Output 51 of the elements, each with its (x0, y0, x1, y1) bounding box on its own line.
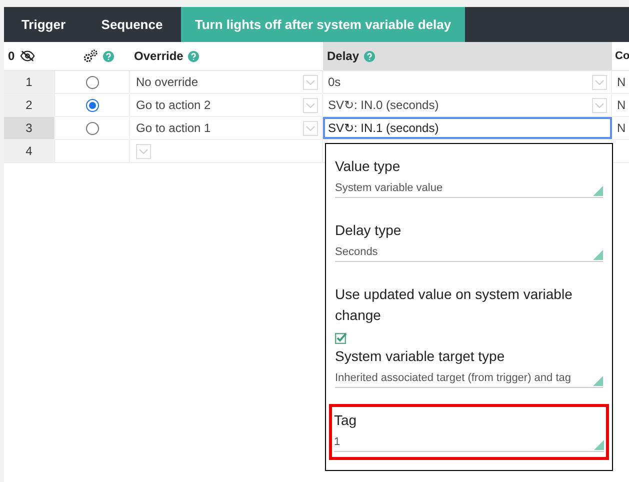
dropdown-button[interactable] (592, 98, 607, 112)
table-cell-text: 0s (328, 74, 341, 91)
column-header: Delay (327, 48, 360, 65)
radio-button[interactable] (86, 98, 98, 112)
column-header: Co (615, 48, 629, 64)
row-number[interactable]: 3 (4, 117, 55, 139)
dropdown-corner-icon (593, 376, 603, 386)
gears-icon (83, 49, 98, 63)
table-cell-text: N (617, 97, 626, 114)
table-cell-text: SV↻: IN.0 (seconds) (328, 97, 439, 114)
table-cell-text: Go to action 2 (136, 97, 211, 114)
row-number[interactable]: 2 (4, 94, 55, 116)
column-header: 0 (8, 48, 15, 65)
row-number[interactable]: 4 (4, 140, 55, 162)
help-icon[interactable] (188, 50, 200, 62)
select-field[interactable]: Seconds (335, 244, 603, 262)
checkbox[interactable] (335, 332, 347, 344)
dropdown-button[interactable] (592, 74, 607, 90)
row-number[interactable]: 1 (4, 71, 55, 93)
column-header: Override (134, 48, 184, 65)
delay-input-field[interactable]: SV↻: IN.1 (seconds) (323, 117, 612, 139)
help-icon[interactable] (364, 50, 376, 62)
table-cell-text: No override (136, 74, 198, 91)
dropdown-button[interactable] (303, 120, 318, 136)
field-label: Use updated value on system variable change (335, 285, 574, 325)
table-cell-text: N (617, 74, 626, 91)
chevron-down-icon (306, 126, 315, 130)
table-cell-text: N (617, 120, 626, 137)
field-label: Delay type (335, 221, 402, 240)
chevron-down-icon (595, 80, 604, 84)
radio-button[interactable] (86, 122, 98, 134)
select-field[interactable]: System variable value (335, 180, 603, 198)
field-label: Tag (334, 411, 358, 430)
eye-off-icon[interactable] (20, 50, 35, 62)
chevron-down-icon (595, 102, 604, 108)
dropdown-corner-icon (593, 250, 603, 260)
chevron-down-icon (306, 80, 315, 84)
table-cell-text: Go to action 1 (136, 120, 211, 137)
radio-button[interactable] (86, 76, 98, 88)
dropdown-corner-icon (594, 440, 604, 450)
chevron-down-icon (306, 102, 315, 108)
select-field[interactable]: 1 (334, 434, 604, 452)
dropdown-corner-icon (593, 186, 603, 196)
field-label: System variable target type (335, 347, 506, 366)
chevron-down-icon (139, 148, 148, 154)
dropdown-button[interactable] (136, 144, 151, 158)
select-field[interactable]: Inherited associated target (from trigger) and tag (335, 370, 603, 388)
dropdown-button[interactable] (303, 74, 318, 90)
help-icon[interactable] (103, 50, 114, 62)
dropdown-button[interactable] (303, 98, 318, 112)
field-label: Value type (335, 157, 402, 176)
